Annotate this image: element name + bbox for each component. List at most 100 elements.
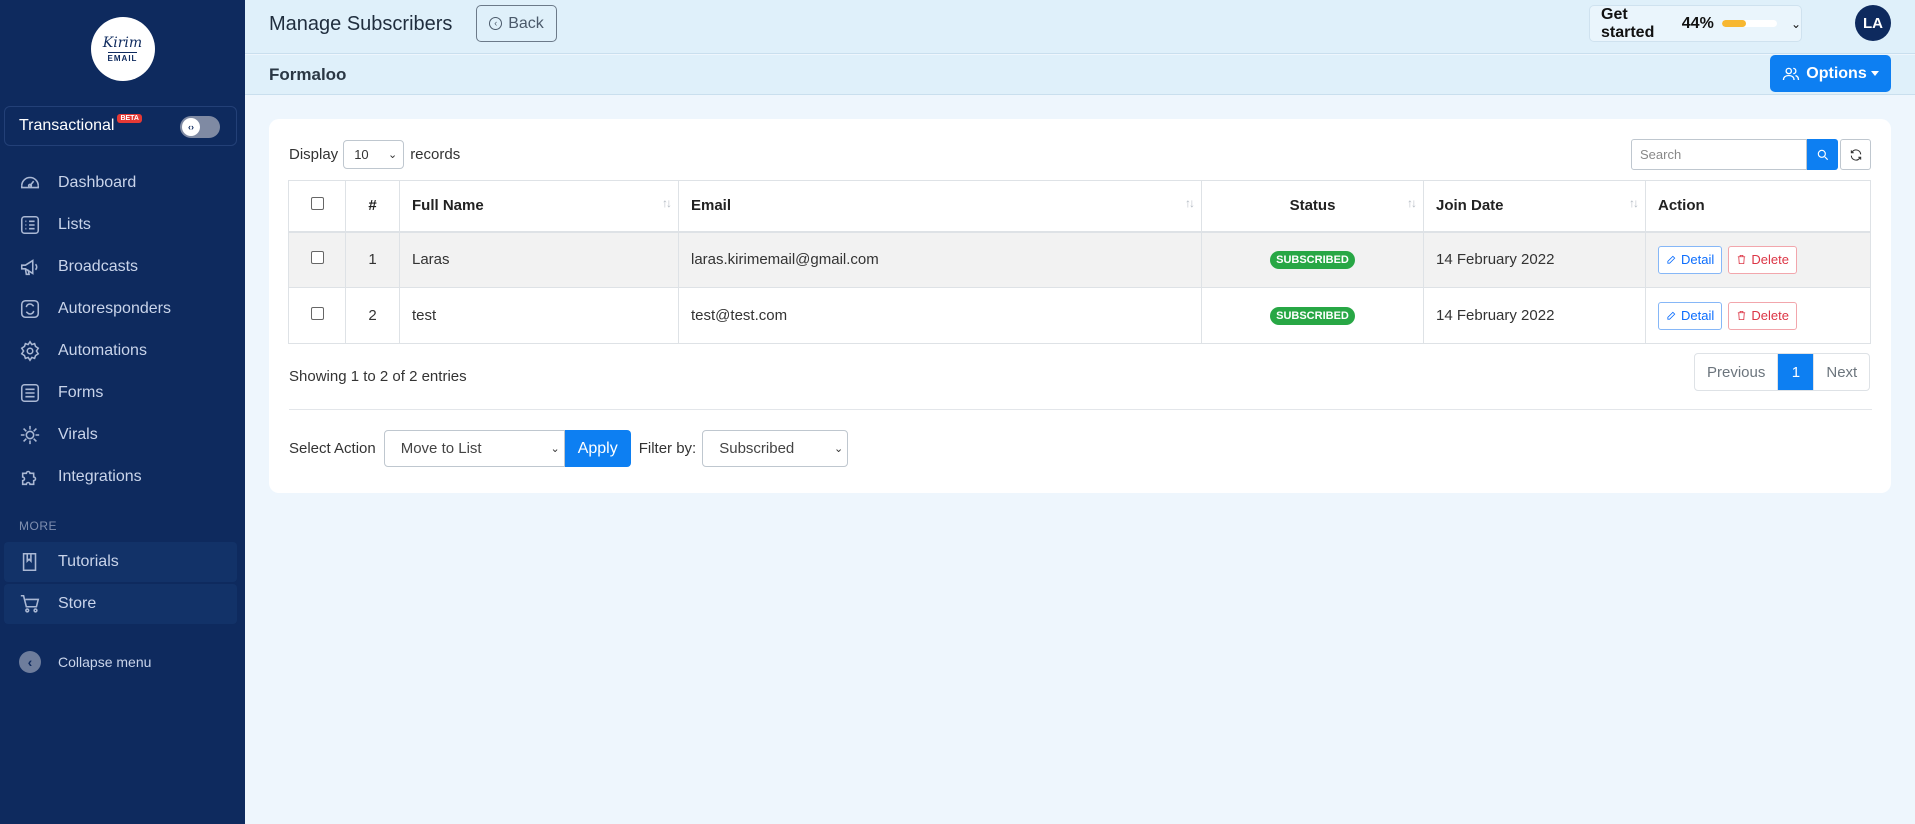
options-button[interactable]: Options xyxy=(1770,55,1891,92)
search-input[interactable]: Search xyxy=(1631,139,1807,170)
row-number: 2 xyxy=(345,287,400,344)
sub-header: Formaloo Options xyxy=(245,55,1915,95)
column-join-date[interactable]: Join Date ↑↓ xyxy=(1423,180,1646,233)
status-badge: SUBSCRIBED xyxy=(1270,251,1355,270)
apply-button[interactable]: Apply xyxy=(564,430,631,467)
logo-area: Kirim EMAIL xyxy=(0,0,245,98)
sidebar-item-store[interactable]: Store xyxy=(4,584,237,624)
page-size-control: Display 10 ⌄ records xyxy=(289,140,460,169)
subscribers-table: # Full Name ↑↓ Email ↑↓ Status ↑↓ Join Date… xyxy=(288,180,1871,344)
transactional-toggle[interactable]: ‹› xyxy=(180,116,220,138)
table-row: 2 test test@test.com SUBSCRIBED 14 Febru… xyxy=(288,287,1871,344)
back-button[interactable]: ‹ Back xyxy=(476,5,557,42)
row-full-name: Laras xyxy=(399,231,679,288)
megaphone-icon xyxy=(20,259,38,276)
sort-icon: ↑↓ xyxy=(1407,196,1417,210)
detail-button[interactable]: Detail xyxy=(1658,301,1723,330)
filter-label: Filter by: xyxy=(638,440,697,457)
options-label: Options xyxy=(1806,64,1867,82)
previous-page-button[interactable]: Previous xyxy=(1695,354,1779,390)
row-join-date: 14 February 2022 xyxy=(1423,231,1646,288)
chevron-left-icon: ‹ xyxy=(19,651,41,673)
row-number: 1 xyxy=(345,231,400,288)
delete-button[interactable]: Delete xyxy=(1728,245,1797,274)
back-label: Back xyxy=(508,14,544,32)
sidebar-item-tutorials[interactable]: Tutorials xyxy=(4,542,237,582)
transactional-label: Transactional xyxy=(19,117,115,134)
chevron-down-icon: ⌄ xyxy=(834,443,844,455)
sidebar-item-label: Automations xyxy=(58,342,147,359)
chevron-down-icon: ⌄ xyxy=(550,443,560,455)
search-icon xyxy=(1817,149,1828,160)
column-full-name[interactable]: Full Name ↑↓ xyxy=(399,180,679,233)
avatar[interactable]: LA xyxy=(1855,5,1891,41)
cart-icon xyxy=(20,594,40,613)
status-badge: SUBSCRIBED xyxy=(1270,307,1355,325)
page-1-button[interactable]: 1 xyxy=(1778,354,1814,390)
transactional-switch-row: Transactional BETA ‹› xyxy=(4,106,237,146)
kirim-email-logo[interactable]: Kirim EMAIL xyxy=(90,17,155,81)
row-select-cell xyxy=(288,287,346,344)
select-all-checkbox[interactable] xyxy=(310,197,324,211)
sort-icon: ↑↓ xyxy=(1185,196,1195,210)
sidebar-item-label: Forms xyxy=(58,384,104,401)
viral-icon xyxy=(20,425,40,445)
row-full-name: test xyxy=(399,287,679,344)
pagination: Previous 1 Next xyxy=(1694,353,1871,391)
sidebar-item-broadcasts[interactable]: Broadcasts xyxy=(0,246,245,288)
sidebar-item-automations[interactable]: Automations xyxy=(0,330,245,372)
row-status-cell: SUBSCRIBED xyxy=(1201,287,1424,344)
caret-down-icon xyxy=(1870,71,1879,76)
users-icon xyxy=(1783,67,1800,80)
sidebar-item-autoresponders[interactable]: Autoresponders xyxy=(0,288,245,330)
sidebar-nav: Dashboard Lists Broadcasts Autoresponder… xyxy=(0,162,245,498)
sort-icon: ↑↓ xyxy=(662,196,672,210)
select-all-cell xyxy=(288,180,346,233)
column-action: Action xyxy=(1645,180,1871,233)
sidebar-item-virals[interactable]: Virals xyxy=(0,414,245,456)
book-icon xyxy=(22,552,37,572)
column-number[interactable]: # xyxy=(345,180,400,233)
chevron-down-icon: ⌄ xyxy=(387,149,398,161)
search-button[interactable] xyxy=(1807,139,1838,170)
table-header-row: # Full Name ↑↓ Email ↑↓ Status ↑↓ Join Date… xyxy=(288,180,1871,233)
page-size-select[interactable]: 10 ⌄ xyxy=(343,140,405,169)
sidebar-item-label: Autoresponders xyxy=(58,300,171,317)
row-checkbox[interactable] xyxy=(310,307,324,320)
sort-icon: ↑↓ xyxy=(1629,196,1639,210)
back-arrow-icon: ‹ xyxy=(489,17,503,30)
form-icon xyxy=(20,383,40,403)
puzzle-icon xyxy=(21,470,37,486)
delete-button[interactable]: Delete xyxy=(1728,301,1797,330)
sidebar-item-lists[interactable]: Lists xyxy=(0,204,245,246)
detail-button[interactable]: Detail xyxy=(1658,245,1723,274)
sidebar-item-label: Virals xyxy=(58,426,98,443)
sidebar-item-label: Tutorials xyxy=(58,553,119,570)
sidebar-item-label: Dashboard xyxy=(58,174,137,191)
row-email: laras.kirimemail@gmail.com xyxy=(678,231,1202,288)
gear-icon xyxy=(20,340,40,362)
more-section-label: MORE xyxy=(19,519,57,533)
filter-select[interactable]: Subscribed ⌄ xyxy=(702,430,849,467)
bulk-action-select[interactable]: Move to List ⌄ xyxy=(383,430,565,467)
get-started-percent: 44% xyxy=(1681,14,1714,32)
edit-icon xyxy=(1667,311,1676,320)
refresh-button[interactable] xyxy=(1840,139,1871,170)
sidebar-item-forms[interactable]: Forms xyxy=(0,372,245,414)
column-email[interactable]: Email ↑↓ xyxy=(678,180,1202,233)
subscribers-card: Display 10 ⌄ records Search # Full Name ↑… xyxy=(269,119,1891,493)
display-label: Display xyxy=(289,146,339,163)
get-started-label: Get started xyxy=(1601,5,1655,41)
row-checkbox[interactable] xyxy=(310,251,324,265)
collapse-menu-button[interactable]: ‹ Collapse menu xyxy=(19,651,151,673)
row-email: test@test.com xyxy=(678,287,1202,344)
sidebar-item-dashboard[interactable]: Dashboard xyxy=(0,162,245,204)
column-status[interactable]: Status ↑↓ xyxy=(1201,180,1424,233)
next-page-button[interactable]: Next xyxy=(1813,354,1869,390)
row-select-cell xyxy=(288,231,346,288)
row-join-date: 14 February 2022 xyxy=(1423,287,1646,344)
list-icon xyxy=(20,215,40,235)
sidebar-item-integrations[interactable]: Integrations xyxy=(0,456,245,498)
table-row: 1 Laras laras.kirimemail@gmail.com SUBSC… xyxy=(288,231,1871,288)
get-started-dropdown[interactable]: Get started 44% ⌄ xyxy=(1589,5,1802,42)
